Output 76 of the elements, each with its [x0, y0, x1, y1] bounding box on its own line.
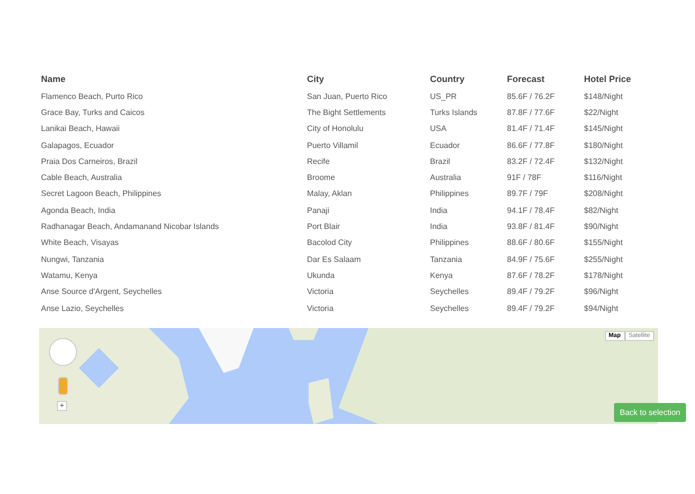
table-cell-text: Broome	[306, 172, 336, 184]
table-cell-text: Galapagos, Ecuador	[40, 140, 115, 152]
table-cell-text: Tanzania	[429, 254, 464, 266]
table-cell-text: 87.8F / 77.6F	[506, 106, 556, 119]
table-cell-text: India	[429, 221, 448, 234]
table-cell-text: 94.1F / 78.4F	[506, 204, 556, 217]
table-cell-text: Victoria	[306, 286, 335, 298]
table-cell-text: $180/Night	[583, 140, 624, 152]
table-cell-text: $145/Night	[583, 123, 624, 136]
table-cell-text: Grace Bay, Turks and Caicos	[40, 106, 146, 119]
table-cell-text: Australia	[429, 172, 462, 184]
table-cell-text: 93.8F / 81.4F	[506, 221, 556, 234]
table-cell-text: $155/Night	[583, 237, 624, 250]
table-cell-text: Ecuador	[429, 140, 461, 152]
column-header: Country	[429, 73, 466, 86]
table-cell-text: 84.9F / 75.6F	[506, 254, 556, 266]
table-cell-text: Praia Dos Carneiros, Brazil	[40, 156, 138, 168]
table-cell-text: Cable Beach, Australia	[40, 172, 123, 184]
table-cell-text: Secret Lagoon Beach, Philippines	[40, 188, 162, 200]
table-cell-text: Seychelles	[429, 286, 470, 298]
table-cell-text: 85.6F / 76.2F	[506, 90, 556, 103]
table-cell-text: $82/Night	[583, 204, 620, 217]
table-cell-text: Radhanagar Beach, Andamanand Nicobar Islands	[40, 221, 220, 234]
table-cell-text: Anse Lazio, Seychelles	[40, 302, 125, 315]
table-cell-text: Watamu, Kenya	[40, 270, 99, 282]
table-cell-text: San Juan, Puerto Rico	[306, 90, 388, 103]
table-cell-text: $255/Night	[583, 254, 624, 266]
table-cell-text: Malay, Aklan	[306, 188, 353, 200]
table-cell-text: Philippines	[429, 237, 470, 250]
table-cell-text: Lanikai Beach, Hawaii	[40, 123, 121, 136]
table-cell-text: 88.6F / 80.6F	[506, 237, 556, 250]
table-cell-text: 83.2F / 72.4F	[506, 156, 556, 168]
table-cell-text: Philippines	[429, 188, 470, 200]
table-cell-text: $178/Night	[583, 270, 624, 282]
table-cell-text: Agonda Beach, India	[40, 204, 116, 217]
table-cell-text: City of Honolulu	[306, 123, 364, 136]
table-cell-text: Bacolod City	[306, 237, 353, 250]
table-cell-text: Flamenco Beach, Purto Rico	[40, 90, 144, 103]
table-cell-text: The Bight Settlements	[306, 106, 387, 119]
table-cell-text: $22/Night	[583, 106, 620, 119]
column-header: Hotel Price	[583, 73, 632, 86]
table-cell-text: Anse Source d'Argent, Seychelles	[40, 286, 163, 298]
table-cell-text: Seychelles	[429, 302, 470, 315]
table-cell-text: 91F / 78F	[506, 172, 542, 184]
table-cell-text: 89.4F / 79.2F	[506, 302, 556, 314]
table-cell-text: $148/Night	[583, 90, 624, 103]
table-cell-text: Nungwi, Tanzania	[40, 254, 106, 266]
table-cell-text: India	[429, 204, 448, 217]
table-cell-text: US_PR	[429, 90, 458, 103]
column-header: Name	[40, 73, 67, 86]
table-cell-text: 81.4F / 71.4F	[506, 123, 556, 136]
table-cell-text: $94/Night	[583, 302, 620, 315]
table-cell-text: USA	[429, 123, 448, 136]
table-cell-text: Brazil	[429, 156, 452, 168]
table-cell-text: $132/Night	[583, 156, 624, 168]
table-cell-text: Victoria	[306, 302, 335, 314]
column-header: Forecast	[506, 73, 546, 86]
table-cell-text: Port Blair	[306, 221, 341, 234]
table-cell-text: $90/Night	[583, 221, 620, 234]
table-cell-text: 87.6F / 78.2F	[506, 270, 556, 282]
table-cell-text: $96/Night	[583, 286, 620, 298]
table-cell-text: Turks Islands	[429, 106, 478, 119]
zoom-in-button[interactable]: +	[57, 401, 67, 412]
table-cell-text: 89.4F / 79.2F	[506, 286, 556, 298]
table-cell-text: White Beach, Visayas	[40, 237, 120, 250]
table-cell-text: Kenya	[429, 270, 454, 282]
table-cell-text: Puerto Villamil	[306, 140, 359, 152]
table-cell-text: $208/Night	[583, 188, 624, 200]
column-header: City	[306, 73, 326, 86]
table-cell-text: Ukunda	[306, 270, 336, 282]
table-cell-text: Dar Es Salaam	[306, 254, 362, 266]
table-cell-text: Panaji	[306, 204, 330, 217]
table-cell-text: 86.6F / 77.8F	[506, 140, 556, 152]
table-cell-text: Recife	[306, 156, 331, 168]
table-cell-text: $116/Night	[583, 172, 624, 184]
table-cell-text: 89.7F / 79F	[506, 188, 549, 200]
